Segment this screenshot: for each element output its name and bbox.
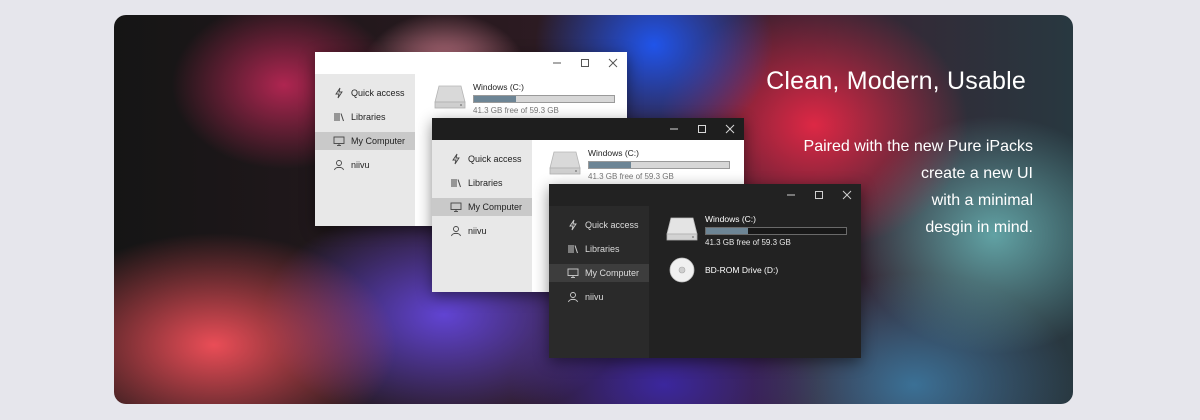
headline: Clean, Modern, Usable — [766, 67, 1026, 95]
disc-icon — [669, 257, 695, 283]
drive-name: Windows (C:) — [705, 214, 757, 224]
close-icon — [608, 58, 618, 68]
sidebar-item-quick-access[interactable]: Quick access — [315, 84, 415, 102]
hard-drive-icon — [434, 85, 466, 109]
quick-access-icon — [333, 87, 345, 99]
user-icon — [450, 225, 462, 237]
navigation-pane: Quick access Libraries My Computer niivu — [315, 74, 415, 226]
drive-c[interactable]: Windows (C:) 41.3 GB free of 59.3 GB — [665, 214, 847, 247]
sidebar-item-libraries[interactable]: Libraries — [432, 174, 532, 192]
sidebar-item-my-computer[interactable]: My Computer — [432, 198, 532, 216]
navigation-pane: Quick access Libraries My Computer niivu — [549, 206, 649, 358]
sidebar-item-label: Quick access — [585, 220, 639, 230]
sidebar-item-label: niivu — [468, 226, 487, 236]
computer-icon — [567, 267, 579, 279]
computer-icon — [333, 135, 345, 147]
title-bar[interactable] — [549, 184, 861, 206]
close-button[interactable] — [599, 52, 627, 74]
user-icon — [333, 159, 345, 171]
drive-free-space: 41.3 GB free of 59.3 GB — [473, 106, 559, 115]
sidebar-item-my-computer[interactable]: My Computer — [549, 264, 649, 282]
title-bar[interactable] — [432, 118, 744, 140]
explorer-window-dark: Quick access Libraries My Computer niivu… — [549, 184, 861, 358]
drive-c[interactable]: Windows (C:) 41.3 GB free of 59.3 GB — [548, 148, 730, 181]
sidebar-item-user[interactable]: niivu — [549, 288, 649, 306]
user-icon — [567, 291, 579, 303]
sidebar-item-label: My Computer — [585, 268, 640, 278]
hard-drive-icon — [549, 151, 581, 175]
sidebar-item-label: niivu — [585, 292, 604, 302]
sidebar-item-quick-access[interactable]: Quick access — [432, 150, 532, 168]
sidebar-item-libraries[interactable]: Libraries — [549, 240, 649, 258]
sidebar-item-label: My Computer — [351, 136, 406, 146]
drive-name: Windows (C:) — [473, 82, 525, 92]
sidebar-item-label: Libraries — [585, 244, 620, 254]
maximize-button[interactable] — [688, 118, 716, 140]
drive-usage-bar — [705, 227, 847, 235]
close-icon — [725, 124, 735, 134]
quick-access-icon — [450, 153, 462, 165]
drive-d[interactable]: BD-ROM Drive (D:) — [665, 256, 778, 284]
hard-drive-icon — [666, 217, 698, 241]
minimize-icon — [787, 194, 795, 196]
close-button[interactable] — [716, 118, 744, 140]
maximize-button[interactable] — [571, 52, 599, 74]
drive-free-space: 41.3 GB free of 59.3 GB — [588, 172, 674, 181]
computer-icon — [450, 201, 462, 213]
minimize-button[interactable] — [777, 184, 805, 206]
sidebar-item-libraries[interactable]: Libraries — [315, 108, 415, 126]
close-button[interactable] — [833, 184, 861, 206]
maximize-icon — [698, 125, 706, 133]
close-icon — [842, 190, 852, 200]
sidebar-item-user[interactable]: niivu — [432, 222, 532, 240]
maximize-button[interactable] — [805, 184, 833, 206]
drive-name: Windows (C:) — [588, 148, 640, 158]
navigation-pane: Quick access Libraries My Computer niivu — [432, 140, 532, 292]
sidebar-item-user[interactable]: niivu — [315, 156, 415, 174]
libraries-icon — [333, 111, 345, 123]
sidebar-item-label: Quick access — [351, 88, 405, 98]
maximize-icon — [815, 191, 823, 199]
sidebar-item-label: Libraries — [351, 112, 386, 122]
libraries-icon — [567, 243, 579, 255]
drive-name: BD-ROM Drive (D:) — [705, 265, 779, 275]
drive-usage-fill — [474, 96, 516, 102]
libraries-icon — [450, 177, 462, 189]
minimize-button[interactable] — [543, 52, 571, 74]
sidebar-item-label: Libraries — [468, 178, 503, 188]
sidebar-item-label: Quick access — [468, 154, 522, 164]
drive-usage-bar — [588, 161, 730, 169]
minimize-icon — [670, 128, 678, 130]
minimize-button[interactable] — [660, 118, 688, 140]
drive-usage-bar — [473, 95, 615, 103]
sidebar-item-label: My Computer — [468, 202, 523, 212]
quick-access-icon — [567, 219, 579, 231]
sidebar-item-my-computer[interactable]: My Computer — [315, 132, 415, 150]
drive-c[interactable]: Windows (C:) 41.3 GB free of 59.3 GB — [433, 82, 615, 115]
drive-usage-fill — [706, 228, 748, 234]
sidebar-item-quick-access[interactable]: Quick access — [549, 216, 649, 234]
minimize-icon — [553, 62, 561, 64]
drive-free-space: 41.3 GB free of 59.3 GB — [705, 238, 791, 247]
drive-usage-fill — [589, 162, 631, 168]
description-line: create a new UI — [920, 165, 1033, 182]
maximize-icon — [581, 59, 589, 67]
sidebar-item-label: niivu — [351, 160, 370, 170]
title-bar[interactable] — [315, 52, 627, 74]
description-line: Paired with the new Pure iPacks — [803, 138, 1033, 155]
